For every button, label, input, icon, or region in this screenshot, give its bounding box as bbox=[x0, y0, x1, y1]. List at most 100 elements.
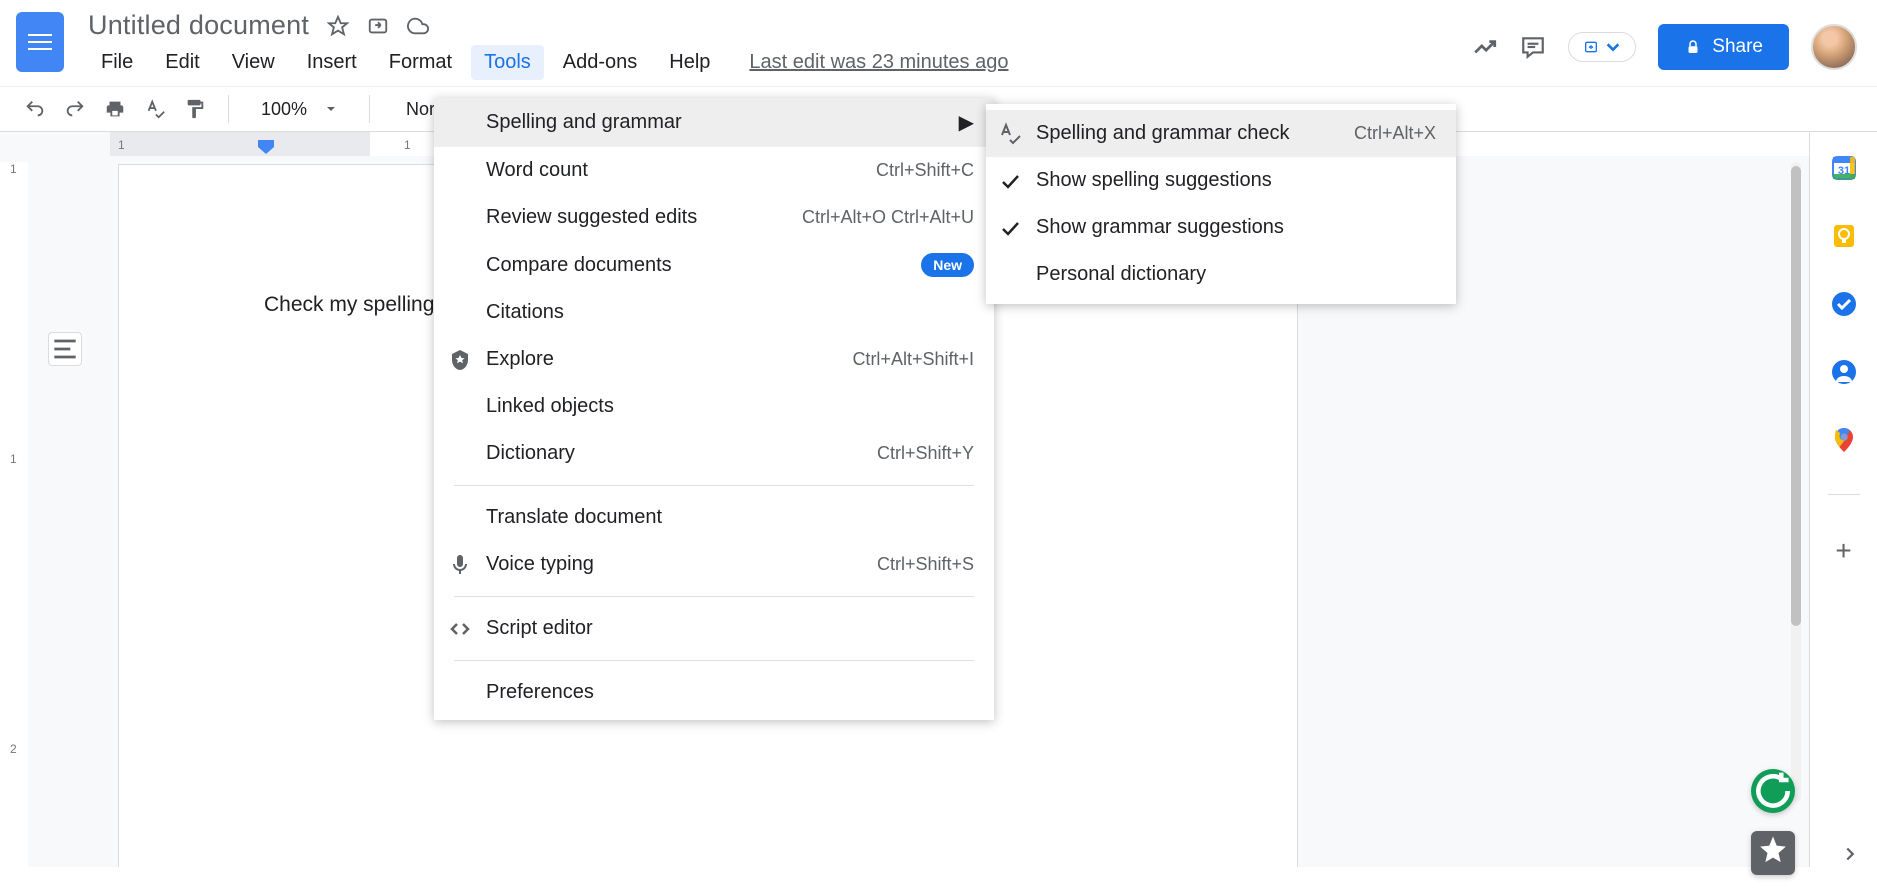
tools-menu-dropdown: Spelling and grammar ▶ Word count Ctrl+S… bbox=[434, 98, 994, 720]
ruler-v-tick: 1 bbox=[10, 162, 17, 176]
menu-file[interactable]: File bbox=[88, 45, 146, 80]
floating-buttons bbox=[1751, 769, 1795, 875]
menu-divider bbox=[454, 485, 974, 486]
menu-item-linked-objects[interactable]: Linked objects bbox=[434, 383, 994, 430]
menu-item-citations[interactable]: Citations bbox=[434, 289, 994, 336]
header: Untitled document File Edit View Insert … bbox=[0, 0, 1877, 80]
move-icon[interactable] bbox=[367, 15, 389, 37]
last-edit-link[interactable]: Last edit was 23 minutes ago bbox=[749, 45, 1008, 80]
side-panel: 31 + bbox=[1809, 132, 1877, 867]
menu-item-compare-documents[interactable]: Compare documents New bbox=[434, 241, 994, 289]
caret-down-icon bbox=[325, 103, 337, 115]
submenu-item-label: Personal dictionary bbox=[1036, 263, 1206, 286]
zoom-select[interactable]: 100% bbox=[251, 99, 347, 120]
menu-item-script-editor[interactable]: Script editor bbox=[434, 605, 994, 652]
comments-icon[interactable] bbox=[1520, 34, 1546, 60]
vertical-ruler[interactable]: 1 1 2 bbox=[0, 162, 28, 867]
submenu-item-show-grammar[interactable]: Show grammar suggestions bbox=[986, 204, 1456, 251]
ruler-v-tick: 1 bbox=[10, 452, 17, 466]
menu-item-label: Dictionary bbox=[486, 442, 575, 465]
menu-divider bbox=[454, 660, 974, 661]
vertical-scrollbar[interactable] bbox=[1791, 162, 1801, 802]
menu-item-label: Script editor bbox=[486, 617, 593, 640]
menu-item-explore[interactable]: Explore Ctrl+Alt+Shift+I bbox=[434, 336, 994, 383]
keep-icon[interactable] bbox=[1830, 222, 1858, 250]
indent-marker-icon[interactable] bbox=[258, 140, 274, 159]
print-icon[interactable] bbox=[104, 98, 126, 120]
menu-item-translate[interactable]: Translate document bbox=[434, 494, 994, 541]
menubar: File Edit View Insert Format Tools Add-o… bbox=[88, 45, 1472, 80]
submenu-shortcut: Ctrl+Alt+X bbox=[1354, 123, 1436, 144]
menu-item-dictionary[interactable]: Dictionary Ctrl+Shift+Y bbox=[434, 430, 994, 477]
menu-item-preferences[interactable]: Preferences bbox=[434, 669, 994, 716]
check-icon bbox=[998, 216, 1022, 240]
new-badge: New bbox=[921, 253, 974, 277]
maps-icon[interactable] bbox=[1830, 426, 1858, 454]
scrollbar-thumb[interactable] bbox=[1791, 166, 1801, 626]
submenu-item-label: Show grammar suggestions bbox=[1036, 216, 1284, 239]
document-title[interactable]: Untitled document bbox=[88, 10, 309, 41]
hide-side-panel-icon[interactable] bbox=[1839, 843, 1861, 871]
paint-format-icon[interactable] bbox=[184, 98, 206, 120]
side-panel-divider bbox=[1828, 494, 1860, 495]
account-avatar[interactable] bbox=[1811, 24, 1857, 70]
submenu-item-label: Show spelling suggestions bbox=[1036, 169, 1272, 192]
share-label: Share bbox=[1712, 36, 1763, 58]
add-addon-button[interactable]: + bbox=[1835, 535, 1851, 567]
ruler-h-tick: 1 bbox=[404, 138, 411, 152]
zoom-value: 100% bbox=[261, 99, 307, 120]
menu-tools[interactable]: Tools bbox=[471, 45, 544, 80]
menu-shortcut: Ctrl+Alt+O Ctrl+Alt+U bbox=[802, 207, 974, 228]
menu-shortcut: Ctrl+Alt+Shift+I bbox=[852, 349, 974, 370]
menu-shortcut: Ctrl+Shift+Y bbox=[877, 443, 974, 464]
explore-icon bbox=[448, 348, 472, 372]
star-icon[interactable] bbox=[327, 15, 349, 37]
menu-item-label: Explore bbox=[486, 348, 554, 371]
check-icon bbox=[998, 169, 1022, 193]
cloud-status-icon[interactable] bbox=[407, 15, 429, 37]
menu-item-label: Spelling and grammar bbox=[486, 111, 682, 134]
submenu-item-personal-dictionary[interactable]: Personal dictionary bbox=[986, 251, 1456, 298]
submenu-item-spelling-check[interactable]: Spelling and grammar check Ctrl+Alt+X bbox=[986, 110, 1456, 157]
menu-item-word-count[interactable]: Word count Ctrl+Shift+C bbox=[434, 147, 994, 194]
svg-text:31: 31 bbox=[1837, 165, 1849, 177]
ruler-v-tick: 2 bbox=[10, 742, 17, 756]
redo-icon[interactable] bbox=[64, 98, 86, 120]
grammarly-button[interactable] bbox=[1751, 769, 1795, 813]
menu-item-label: Review suggested edits bbox=[486, 206, 697, 229]
ruler-h-tick: 1 bbox=[118, 138, 125, 152]
menu-item-review-suggested[interactable]: Review suggested edits Ctrl+Alt+O Ctrl+A… bbox=[434, 194, 994, 241]
menu-addons[interactable]: Add-ons bbox=[550, 45, 651, 80]
calendar-icon[interactable]: 31 bbox=[1830, 154, 1858, 182]
mic-icon bbox=[448, 553, 472, 577]
tasks-icon[interactable] bbox=[1830, 290, 1858, 318]
menu-shortcut: Ctrl+Shift+C bbox=[876, 160, 974, 181]
undo-icon[interactable] bbox=[24, 98, 46, 120]
menu-item-voice-typing[interactable]: Voice typing Ctrl+Shift+S bbox=[434, 541, 994, 588]
menu-item-label: Preferences bbox=[486, 681, 594, 704]
spelling-submenu: Spelling and grammar check Ctrl+Alt+X Sh… bbox=[986, 104, 1456, 304]
spellcheck-toolbar-icon[interactable] bbox=[144, 98, 166, 120]
menu-shortcut: Ctrl+Shift+S bbox=[877, 554, 974, 575]
menu-help[interactable]: Help bbox=[656, 45, 723, 80]
document-content[interactable]: Check my spelling bbox=[264, 293, 434, 317]
menu-divider bbox=[454, 596, 974, 597]
menu-item-label: Linked objects bbox=[486, 395, 614, 418]
menu-edit[interactable]: Edit bbox=[152, 45, 212, 80]
explore-floating-button[interactable] bbox=[1751, 831, 1795, 875]
show-outline-button[interactable] bbox=[48, 332, 82, 366]
submenu-item-show-spelling[interactable]: Show spelling suggestions bbox=[986, 157, 1456, 204]
menu-insert[interactable]: Insert bbox=[294, 45, 370, 80]
header-right: Share bbox=[1472, 8, 1861, 70]
menu-item-spelling-grammar[interactable]: Spelling and grammar ▶ bbox=[434, 98, 994, 147]
menu-item-label: Compare documents bbox=[486, 254, 672, 277]
activity-icon[interactable] bbox=[1472, 34, 1498, 60]
present-button[interactable] bbox=[1568, 32, 1636, 62]
docs-logo-icon[interactable] bbox=[16, 12, 64, 72]
spellcheck-icon bbox=[998, 122, 1022, 146]
menu-view[interactable]: View bbox=[219, 45, 288, 80]
share-button[interactable]: Share bbox=[1658, 24, 1789, 70]
menu-format[interactable]: Format bbox=[376, 45, 465, 80]
contacts-icon[interactable] bbox=[1830, 358, 1858, 386]
menu-item-label: Voice typing bbox=[486, 553, 594, 576]
